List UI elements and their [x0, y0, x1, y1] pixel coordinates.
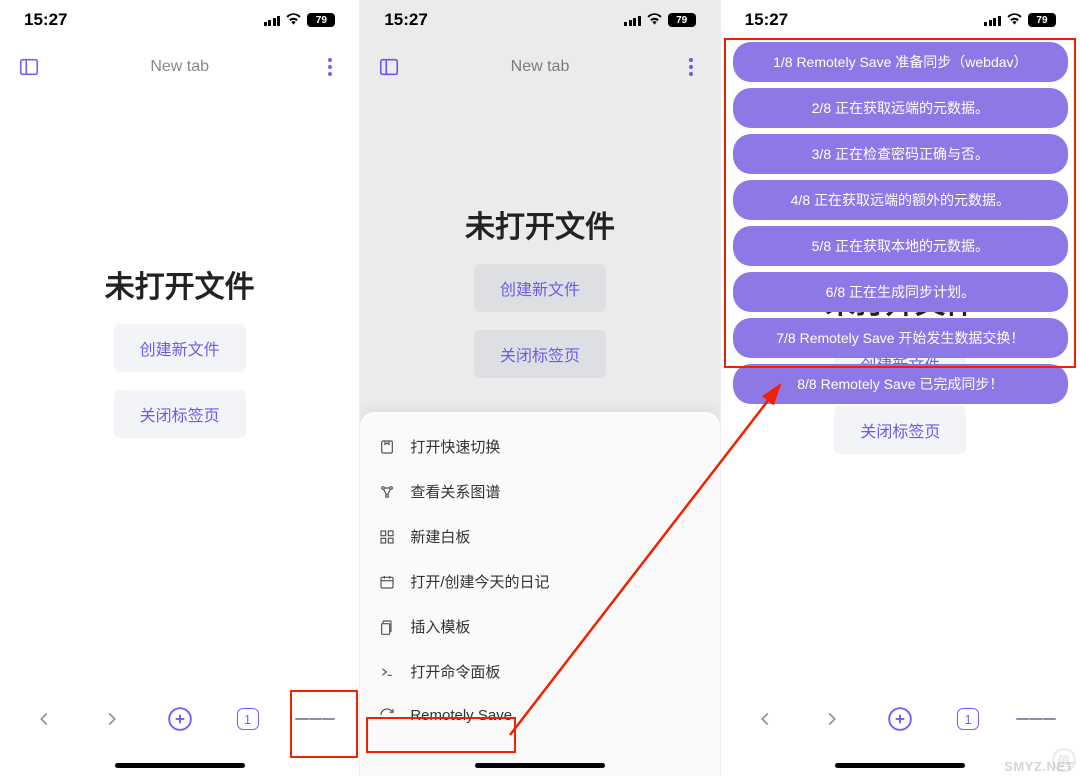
signal-icon — [264, 14, 281, 26]
tab-bar: New tab — [360, 36, 719, 90]
close-tab-button[interactable]: 关闭标签页 — [114, 390, 246, 438]
menu-item-label: Remotely Save — [410, 707, 512, 724]
template-icon — [378, 618, 396, 636]
watermark-smyz: SMYZ.NET — [1004, 759, 1074, 774]
menu-item-label: 打开快速切换 — [410, 436, 500, 457]
sync-toast: 8/8 Remotely Save 已完成同步！ — [733, 364, 1068, 404]
battery-icon: 79 — [1028, 13, 1056, 27]
empty-state: 未打开文件 创建新文件 关闭标签页 — [0, 90, 359, 610]
nav-back-icon[interactable] — [745, 699, 785, 739]
signal-icon — [624, 14, 641, 26]
menu-item-label: 打开/创建今天的日记 — [410, 571, 549, 592]
canvas-icon — [378, 528, 396, 546]
battery-icon: 79 — [668, 13, 696, 27]
menu-item-label: 插入模板 — [410, 616, 470, 637]
wifi-icon — [646, 10, 663, 30]
sync-toast: 1/8 Remotely Save 准备同步（webdav） — [733, 42, 1068, 82]
menu-item-canvas[interactable]: 新建白板 — [360, 514, 719, 559]
quickswitch-icon — [378, 438, 396, 456]
menu-item-label: 新建白板 — [410, 526, 470, 547]
status-bar: 15:27 79 — [0, 0, 359, 36]
sync-toast: 7/8 Remotely Save 开始发生数据交换！ — [733, 318, 1068, 358]
tab-menu-icon[interactable] — [317, 54, 343, 80]
status-time: 15:27 — [745, 10, 788, 30]
create-file-button[interactable]: 创建新文件 — [114, 324, 246, 372]
hamburger-menu-icon[interactable] — [1016, 699, 1056, 739]
menu-item-command-palette[interactable]: 打开命令面板 — [360, 649, 719, 694]
tab-count-button[interactable]: 1 — [948, 699, 988, 739]
add-button[interactable] — [160, 699, 200, 739]
menu-item-remotely-save[interactable]: Remotely Save — [360, 694, 719, 736]
phone-screen-1: 15:27 79 New tab 未打开文件 创建新文件 关闭标签页 1 — [0, 0, 360, 776]
signal-icon — [984, 14, 1001, 26]
nav-back-icon[interactable] — [24, 699, 64, 739]
tab-menu-icon[interactable] — [678, 54, 704, 80]
empty-title: 未打开文件 — [105, 262, 255, 306]
status-bar: 15:27 79 — [360, 0, 719, 36]
hamburger-menu-icon[interactable] — [295, 699, 335, 739]
terminal-icon — [378, 663, 396, 681]
tab-bar: New tab — [0, 36, 359, 90]
status-time: 15:27 — [384, 10, 427, 30]
empty-title: 未打开文件 — [465, 202, 615, 246]
nav-forward-icon[interactable] — [92, 699, 132, 739]
sync-icon — [378, 706, 396, 724]
menu-item-quickswitch[interactable]: 打开快速切换 — [360, 424, 719, 469]
sync-toast: 5/8 正在获取本地的元数据。 — [733, 226, 1068, 266]
sync-toast: 2/8 正在获取远端的元数据。 — [733, 88, 1068, 128]
nav-forward-icon[interactable] — [812, 699, 852, 739]
tab-count-button[interactable]: 1 — [228, 699, 268, 739]
menu-item-template[interactable]: 插入模板 — [360, 604, 719, 649]
sync-toast: 6/8 正在生成同步计划。 — [733, 272, 1068, 312]
tab-title: New tab — [150, 58, 209, 76]
create-file-button[interactable]: 创建新文件 — [474, 264, 606, 312]
menu-item-graph[interactable]: 查看关系图谱 — [360, 469, 719, 514]
status-bar: 15:27 79 — [721, 0, 1080, 36]
home-indicator — [475, 763, 605, 768]
phone-screen-2: 15:27 79 New tab 未打开文件 创建新文件 关闭标签页 打开快速切… — [360, 0, 720, 776]
status-right: 79 — [264, 10, 336, 30]
status-right: 79 — [624, 10, 696, 30]
tab-title: New tab — [511, 58, 570, 76]
home-indicator — [115, 763, 245, 768]
phone-screen-3: 15:27 79 未打开文件 创建新文件 关闭标签页 1/8 Remotely … — [721, 0, 1080, 776]
graph-icon — [378, 483, 396, 501]
menu-item-daily-note[interactable]: 打开/创建今天的日记 — [360, 559, 719, 604]
wifi-icon — [1006, 10, 1023, 30]
close-tab-button[interactable]: 关闭标签页 — [474, 330, 606, 378]
status-right: 79 — [984, 10, 1056, 30]
home-indicator — [835, 763, 965, 768]
sync-toast-stack: 1/8 Remotely Save 准备同步（webdav） 2/8 正在获取远… — [733, 42, 1068, 404]
menu-sheet: 打开快速切换 查看关系图谱 新建白板 打开/创建今天的日记 插入模板 打开命令面… — [360, 412, 719, 776]
menu-item-label: 查看关系图谱 — [410, 481, 500, 502]
calendar-icon — [378, 573, 396, 591]
add-button[interactable] — [880, 699, 920, 739]
menu-item-label: 打开命令面板 — [410, 661, 500, 682]
wifi-icon — [285, 10, 302, 30]
battery-icon: 79 — [307, 13, 335, 27]
sync-toast: 3/8 正在检查密码正确与否。 — [733, 134, 1068, 174]
close-tab-button[interactable]: 关闭标签页 — [834, 406, 966, 454]
sidebar-toggle-icon[interactable] — [376, 54, 402, 80]
sidebar-toggle-icon[interactable] — [16, 54, 42, 80]
status-time: 15:27 — [24, 10, 67, 30]
sync-toast: 4/8 正在获取远端的额外的元数据。 — [733, 180, 1068, 220]
